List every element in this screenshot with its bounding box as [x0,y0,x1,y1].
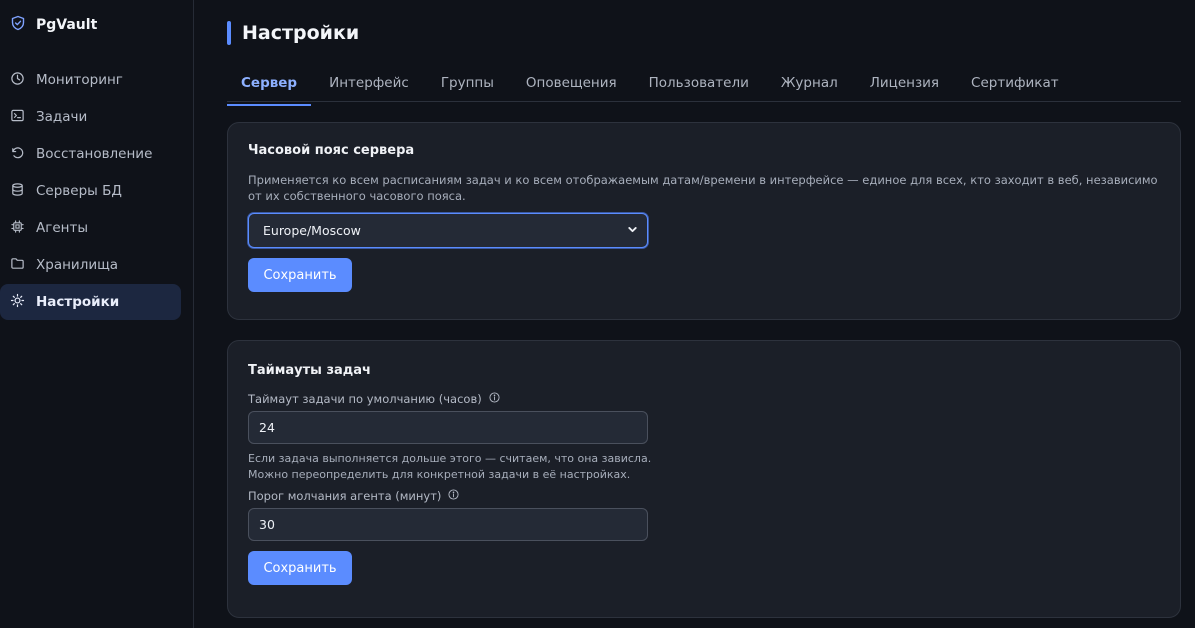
sidebar-item-label: Задачи [36,109,88,125]
tab-groups[interactable]: Группы [427,70,508,101]
timezone-description: Применяется ко всем расписаниям задач и … [248,173,1158,203]
database-icon [10,182,25,201]
task-timeout-hint-line2: Можно переопределить для конкретной зада… [248,467,631,481]
timezone-save-button[interactable]: Сохранить [248,258,352,292]
timezone-card: Часовой пояс сервера Применяется ко всем… [227,122,1181,320]
clock-icon [10,71,25,90]
tab-server[interactable]: Сервер [227,70,312,106]
sidebar-item-monitoring[interactable]: Мониторинг [0,62,181,98]
sun-gear-icon [10,293,25,312]
brand[interactable]: PgVault [0,12,193,38]
sidebar: PgVault Мониторинг Задачи Восстановление [0,0,194,628]
sidebar-nav: Мониторинг Задачи Восстановление Серверы… [0,62,193,320]
tab-journal[interactable]: Журнал [767,70,852,101]
page-title-text: Настройки [242,22,360,44]
sidebar-item-tasks[interactable]: Задачи [0,99,181,135]
agent-silence-label: Порог молчания агента (минут) [248,489,1160,503]
sidebar-item-storage[interactable]: Хранилища [0,247,181,283]
timezone-select-value: Europe/Moscow [263,223,361,238]
main-content: Настройки Сервер Интерфейс Группы Оповещ… [194,0,1195,628]
sidebar-item-label: Восстановление [36,146,153,162]
tab-certificate[interactable]: Сертификат [957,70,1073,101]
sidebar-item-label: Серверы БД [36,183,122,199]
sidebar-item-label: Агенты [36,220,88,236]
task-timeout-label-text: Таймаут задачи по умолчанию (часов) [248,392,482,406]
agent-silence-label-text: Порог молчания агента (минут) [248,489,442,503]
tab-license[interactable]: Лицензия [856,70,953,101]
timezone-card-title: Часовой пояс сервера [248,143,415,158]
app: PgVault Мониторинг Задачи Восстановление [0,0,1195,628]
sidebar-item-agents[interactable]: Агенты [0,210,181,246]
restore-icon [10,145,25,164]
folder-icon [10,256,25,275]
shield-check-icon [10,15,26,35]
chevron-down-icon [627,223,638,238]
brand-name: PgVault [36,17,98,33]
timezone-select[interactable]: Europe/Moscow [248,213,648,248]
agent-silence-value: 30 [259,517,275,532]
sidebar-item-label: Настройки [36,294,120,310]
sidebar-item-label: Мониторинг [36,72,123,88]
tab-interface[interactable]: Интерфейс [315,70,423,101]
sidebar-item-label: Хранилища [36,257,119,273]
settings-tabs: Сервер Интерфейс Группы Оповещения Польз… [227,70,1181,106]
tab-notifications[interactable]: Оповещения [512,70,631,101]
info-icon[interactable] [489,392,500,406]
title-accent-bar [227,21,231,45]
task-timeouts-card: Таймауты задач Таймаут задачи по умолчан… [227,340,1181,618]
agent-silence-input[interactable]: 30 [248,508,648,541]
sidebar-item-db-servers[interactable]: Серверы БД [0,173,181,209]
info-icon[interactable] [448,489,459,503]
timeouts-save-button[interactable]: Сохранить [248,551,352,585]
page-title: Настройки [227,20,1181,46]
task-timeout-hint-line1: Если задача выполняется дольше этого — с… [248,452,652,465]
cpu-icon [10,219,25,238]
task-timeout-hint: Если задача выполняется дольше этого — с… [248,451,1160,482]
tab-users[interactable]: Пользователи [635,70,763,101]
task-timeout-label: Таймаут задачи по умолчанию (часов) [248,392,1160,406]
task-timeouts-card-title: Таймауты задач [248,363,371,378]
task-timeout-value: 24 [259,420,275,435]
sidebar-item-settings[interactable]: Настройки [0,284,181,320]
terminal-icon [10,108,25,127]
task-timeout-input[interactable]: 24 [248,411,648,444]
sidebar-item-restore[interactable]: Восстановление [0,136,181,172]
